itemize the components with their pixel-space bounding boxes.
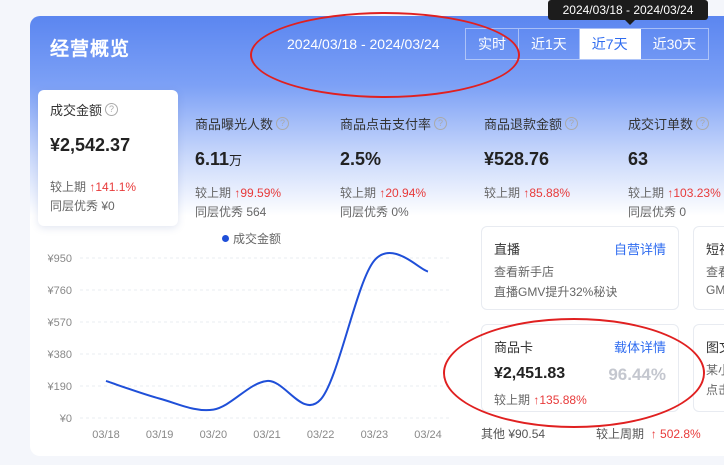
data-point[interactable]: [319, 397, 323, 401]
help-icon[interactable]: ?: [434, 117, 448, 130]
metric-compare: 较上期 ↑20.94%: [340, 186, 427, 200]
other-amount: 其他 ¥90.54: [481, 427, 546, 441]
card-text: 点击: [706, 383, 724, 397]
tab-7days[interactable]: 近7天: [579, 29, 641, 59]
help-icon[interactable]: ?: [276, 117, 290, 130]
metric-value: 6.11: [195, 149, 230, 169]
metric-orders[interactable]: 成交订单数? 63 较上期 ↑103.23% 同层优秀 0: [616, 104, 724, 224]
y-tick-label: ¥190: [47, 381, 72, 393]
metric-compare: 较上期 ↑103.23%: [628, 186, 721, 200]
card-short-video[interactable]: 短视 查看 GMV: [693, 226, 724, 310]
y-tick-label: ¥0: [59, 413, 72, 425]
metric-gmv[interactable]: 成交金额? ¥2,542.37 较上期 ↑141.1% 同层优秀 ¥0: [38, 90, 178, 226]
x-tick-label: 03/18: [92, 429, 120, 441]
x-tick-label: 03/22: [307, 429, 335, 441]
x-tick-label: 03/23: [361, 429, 389, 441]
metric-peer: 同层优秀 ¥0: [50, 199, 115, 213]
card-text: GMV: [706, 283, 724, 297]
annotation-ellipse-product-card: [443, 318, 705, 428]
tab-1day[interactable]: 近1天: [519, 29, 580, 59]
sales-line-chart: ¥950 ¥760 ¥570 ¥380 ¥190 ¥0 03/18 03/19 03/20 03/…: [47, 252, 450, 441]
metric-value: ¥528.76: [484, 149, 550, 169]
bottom-compare: 较上周期 ↑ 502.8%: [596, 427, 701, 441]
annotation-ellipse-date: [250, 12, 520, 98]
series-line[interactable]: [105, 252, 429, 412]
metric-value: 2.5%: [340, 149, 382, 169]
metric-label: 商品曝光人数: [195, 117, 274, 132]
tab-30days[interactable]: 近30天: [641, 29, 709, 59]
data-point[interactable]: [211, 408, 215, 412]
metric-unit: 万: [229, 153, 243, 168]
tooltip-arrow: [625, 20, 635, 25]
card-live[interactable]: 直播 自营详情 查看新手店 直播GMV提升32%秘诀: [481, 226, 679, 310]
metric-compare: 较上期 ↑99.59%: [195, 186, 282, 200]
metric-peer: 同层优秀 0%: [340, 205, 409, 219]
y-tick-label: ¥760: [47, 285, 72, 297]
self-operated-detail-link[interactable]: 自营详情: [614, 239, 666, 258]
card-text: 查看新手店: [494, 265, 555, 279]
card-title: 直播: [494, 242, 521, 257]
x-tick-label: 03/20: [200, 429, 228, 441]
card-text: 查看: [706, 265, 724, 279]
card-title: 图文: [706, 340, 724, 355]
x-tick-label: 03/24: [414, 429, 442, 441]
data-point[interactable]: [265, 379, 269, 383]
metric-label: 商品点击支付率: [340, 117, 432, 132]
up-arrow-icon: ↑: [650, 427, 657, 441]
metric-value: ¥2,542.37: [50, 135, 131, 155]
x-tick-label: 03/21: [253, 429, 281, 441]
y-tick-label: ¥950: [47, 253, 72, 265]
metric-compare: 较上期 ↑85.88%: [484, 186, 571, 200]
help-icon[interactable]: ?: [105, 103, 119, 116]
metric-value: 63: [628, 149, 649, 169]
data-point[interactable]: [158, 397, 162, 401]
metric-peer: 同层优秀 564: [195, 205, 267, 219]
help-icon[interactable]: ?: [565, 117, 579, 130]
y-tick-label: ¥570: [47, 317, 72, 329]
card-title: 短视: [706, 242, 724, 257]
card-text: 直播GMV提升32%秘诀: [494, 285, 618, 299]
metric-refund[interactable]: 商品退款金额? ¥528.76 较上期 ↑85.88%: [472, 104, 612, 224]
metric-label: 成交订单数: [628, 117, 694, 132]
date-tooltip: 2024/03/18 - 2024/03/24: [548, 0, 708, 20]
data-point[interactable]: [426, 269, 430, 273]
metric-peer: 同层优秀 0: [628, 205, 687, 219]
page-title: 经营概览: [50, 39, 131, 60]
data-point[interactable]: [104, 379, 108, 383]
metric-label: 商品退款金额: [484, 117, 563, 132]
x-tick-label: 03/19: [146, 429, 174, 441]
metric-click-pay-rate[interactable]: 商品点击支付率? 2.5% 较上期 ↑20.94% 同层优秀 0%: [328, 104, 468, 224]
metric-label: 成交金额: [50, 103, 103, 118]
help-icon[interactable]: ?: [696, 117, 710, 130]
data-point[interactable]: [372, 259, 376, 263]
y-tick-label: ¥380: [47, 349, 72, 361]
card-text: 某小: [706, 363, 724, 377]
metric-exposure[interactable]: 商品曝光人数? 6.11万 较上期 ↑99.59% 同层优秀 564: [183, 104, 323, 224]
metric-compare: 较上期 ↑141.1%: [50, 180, 137, 194]
